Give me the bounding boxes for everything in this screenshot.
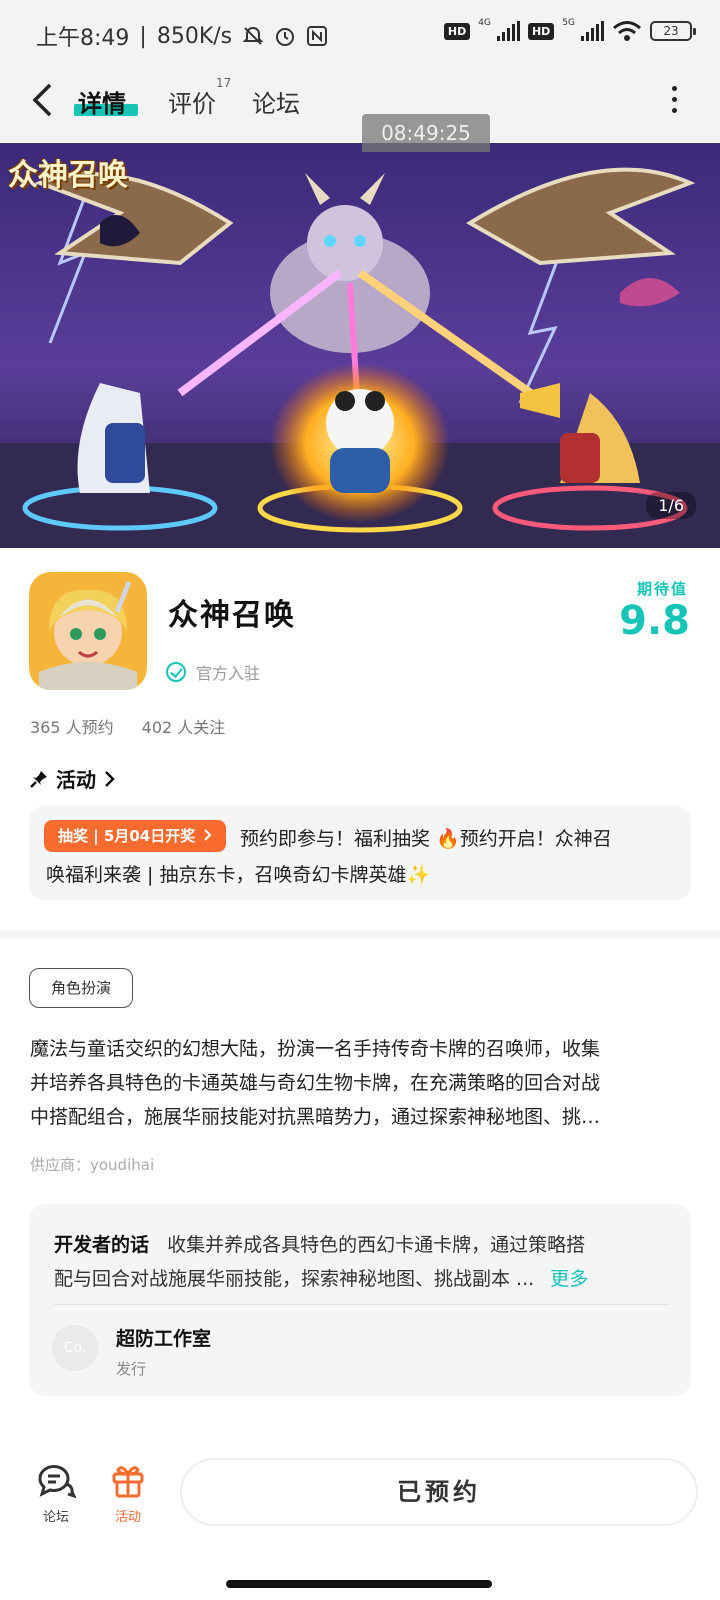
reviews-count-badge: 17 [216, 76, 232, 90]
status-time: 上午8:49 [36, 26, 130, 51]
lottery-pill[interactable]: 抽奖 | 5月04日开奖 [44, 820, 227, 852]
app-icon [29, 572, 147, 690]
activity-text-line1: 预约即参与！福利抽奖 🔥预约开启！众神召 [240, 828, 612, 850]
check-circle-icon [166, 662, 186, 682]
more-link[interactable]: 更多 [550, 1268, 588, 1290]
banner-artwork [0, 143, 720, 548]
activity-text-line2: 唤福利来袭 | 抽京东卡，召唤奇幻卡牌英雄✨ [46, 864, 431, 886]
developer-words-text: 配与回合对战施展华丽技能，探索神秘地图、挑战副本 ... [54, 1268, 535, 1290]
nfc-icon [307, 26, 328, 46]
network-speed: 850K/s [156, 23, 233, 49]
mute-bell-icon [242, 26, 264, 45]
description-line: 魔法与童话交织的幻想大陆，扮演一名手持传奇卡牌的召唤师，收集 [30, 1038, 601, 1060]
activity-title: 活动 [56, 768, 96, 792]
bottom-forum-button[interactable]: 论坛 [36, 1462, 77, 1525]
developer-words-text: 收集并养成各具特色的西幻卡通卡牌，通过策略搭 [167, 1234, 586, 1256]
status-left: 上午8:49 | 850K/s [36, 20, 328, 52]
studio-name[interactable]: 超防工作室 [116, 1324, 211, 1351]
developer-divider [54, 1304, 668, 1305]
score-label: 期待值 [636, 580, 688, 598]
status-right: HD 4G HD 5G 23 [443, 18, 696, 42]
more-options-button[interactable] [672, 86, 678, 113]
hd-badge: HD [443, 22, 471, 40]
follower-count: 402 人关注 [141, 718, 226, 737]
wifi-icon [613, 21, 641, 41]
section-divider [0, 930, 720, 938]
bottom-activity-label: 活动 [114, 1510, 141, 1525]
tab-reviews[interactable]: 评价 [168, 84, 216, 119]
supplier-label: 供应商：youdihai [30, 1156, 155, 1174]
bottom-forum-label: 论坛 [42, 1510, 69, 1525]
back-button[interactable] [30, 82, 54, 125]
time-overlay: 08:49:25 [362, 114, 490, 152]
battery-icon: 23 [650, 21, 696, 41]
chevron-left-icon [32, 83, 52, 117]
gift-icon [112, 1466, 144, 1498]
developer-words-line1: 开发者的话 收集并养成各具特色的西幻卡通卡牌，通过策略搭 [54, 1230, 585, 1257]
pin-icon [30, 770, 47, 788]
signal-icon [581, 21, 604, 41]
app-icon-art [29, 572, 147, 690]
reservation-count: 365 人预约 [30, 718, 114, 737]
chevron-right-icon [105, 770, 115, 787]
developer-words-line2: 配与回合对战施展华丽技能，探索神秘地图、挑战副本 ... 更多 [54, 1264, 588, 1291]
studio-role: 发行 [116, 1360, 147, 1378]
score-value: 9.8 [619, 598, 690, 644]
genre-tag[interactable]: 角色扮演 [29, 968, 133, 1008]
description-line: 并培养各具特色的卡通英雄与奇幻生物卡牌，在充满策略的回合对战 [30, 1072, 601, 1094]
banner-counter: 1/6 [646, 492, 696, 519]
studio-avatar[interactable]: Co. [52, 1325, 98, 1371]
bottom-activity-button[interactable]: 活动 [108, 1462, 148, 1525]
banner-image[interactable] [0, 143, 720, 548]
chevron-right-icon [204, 829, 212, 841]
verified-label: 官方入驻 [196, 664, 261, 683]
tab-details[interactable]: 详情 [78, 84, 126, 119]
chat-bubbles-icon [38, 1465, 77, 1499]
hd-badge: HD [527, 22, 555, 40]
app-stats: 365 人预约 402 人关注 [30, 714, 225, 738]
lottery-pill-label: 抽奖 | 5月04日开奖 [58, 827, 196, 845]
activity-section-header[interactable]: 活动 [30, 764, 116, 793]
banner-game-logo: 众神召唤 [8, 158, 128, 193]
verified-badge: 官方入驻 [166, 660, 260, 684]
app-name: 众神召唤 [168, 598, 296, 633]
reserved-button[interactable]: 已预约 [180, 1458, 698, 1526]
home-indicator[interactable] [226, 1580, 492, 1588]
alarm-icon [276, 28, 295, 46]
tab-forum[interactable]: 论坛 [252, 84, 300, 119]
description-line[interactable]: 中搭配组合，施展华丽技能对抗黑暗势力，通过探索神秘地图、挑… [30, 1102, 600, 1129]
signal-icon [496, 21, 520, 41]
developer-words-heading: 开发者的话 [54, 1234, 150, 1256]
